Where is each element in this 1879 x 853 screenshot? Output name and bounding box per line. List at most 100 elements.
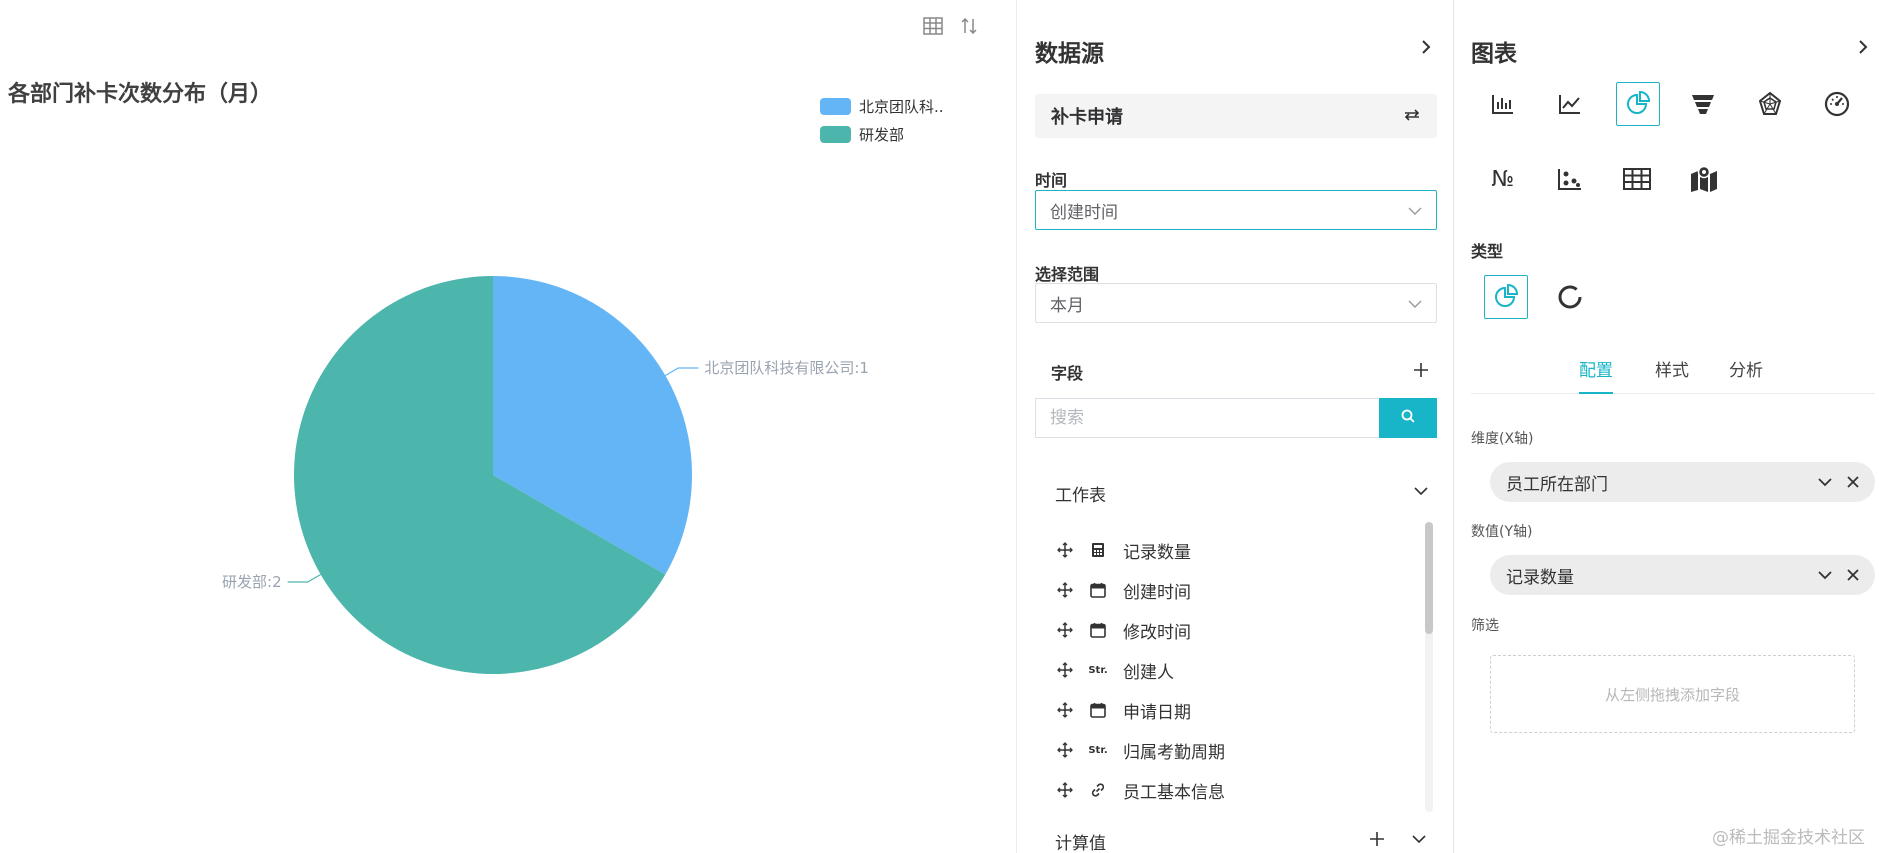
filter-label: 筛选: [1471, 618, 1499, 634]
chart-config-panel: 图表 № 类型 配置 样式 分析 维度(X轴) 员工所在部门 数值(Y轴) 记录…: [1455, 0, 1879, 853]
calendar-icon: [1087, 700, 1109, 720]
field-list-scrollbar[interactable]: [1425, 522, 1433, 812]
field-item[interactable]: 记录数量: [1055, 530, 1415, 570]
dimension-label: 维度(X轴): [1471, 431, 1534, 447]
type-label: 类型: [1471, 242, 1504, 261]
field-name: 创建时间: [1123, 582, 1191, 603]
bar-chart-icon[interactable]: [1481, 82, 1525, 126]
close-icon[interactable]: [1843, 472, 1863, 492]
chevron-right-icon[interactable]: [1852, 36, 1874, 58]
field-name: 申请日期: [1123, 702, 1191, 723]
chevron-right-icon[interactable]: [1415, 36, 1437, 58]
drag-handle-icon[interactable]: [1055, 780, 1075, 800]
filter-placeholder: 从左侧拖拽添加字段: [1604, 685, 1740, 704]
field-name: 归属考勤周期: [1123, 742, 1225, 763]
number-card-icon[interactable]: №: [1481, 157, 1525, 201]
field-item[interactable]: Str. 归属考勤周期: [1055, 730, 1415, 770]
scroll-thumb[interactable]: [1425, 522, 1433, 634]
chevron-down-icon[interactable]: [1409, 829, 1429, 849]
drag-handle-icon[interactable]: [1055, 580, 1075, 600]
close-icon[interactable]: [1843, 565, 1863, 585]
drag-handle-icon[interactable]: [1055, 660, 1075, 680]
chevron-down-icon: [1408, 293, 1422, 313]
filter-drop-zone[interactable]: 从左侧拖拽添加字段: [1490, 655, 1855, 733]
field-item[interactable]: 修改时间: [1055, 610, 1415, 650]
radar-chart-icon[interactable]: [1748, 82, 1792, 126]
calendar-icon: [1087, 580, 1109, 600]
search-icon: [1400, 408, 1416, 428]
measure-value: 记录数量: [1506, 567, 1574, 588]
chevron-down-icon[interactable]: [1815, 565, 1835, 585]
field-name: 记录数量: [1123, 542, 1191, 563]
pie-chart: 北京团队科技有限公司:1 研发部:2: [222, 276, 869, 674]
field-name: 修改时间: [1123, 622, 1191, 643]
datasource-header: 数据源: [1035, 41, 1104, 67]
field-item[interactable]: Str. 创建人: [1055, 650, 1415, 690]
time-select[interactable]: 创建时间: [1035, 190, 1437, 230]
pie-data-label: 北京团队科技有限公司:1: [704, 359, 869, 377]
chevron-down-icon[interactable]: [1411, 481, 1431, 501]
link-icon: [1087, 780, 1109, 800]
field-list: 记录数量创建时间修改时间 Str. 创建人申请日期 Str. 归属考勤周期 员工基本信息: [1055, 530, 1415, 810]
datasource-panel: 数据源 补卡申请 时间 创建时间 选择范围 本月 字段 搜索 工作表 记录数量 …: [1016, 0, 1454, 853]
string-type-icon: Str.: [1088, 744, 1108, 756]
time-label: 时间: [1035, 171, 1068, 190]
gauge-chart-icon[interactable]: [1815, 82, 1859, 126]
field-item[interactable]: 申请日期: [1055, 690, 1415, 730]
range-label: 选择范围: [1035, 265, 1100, 284]
drag-handle-icon[interactable]: [1055, 540, 1075, 560]
datasource-name: 补卡申请: [1051, 107, 1123, 128]
chart-canvas: 各部门补卡次数分布（月） 北京团队科.. 研发部 北京团队科技有限公司:1 研发部…: [0, 0, 1016, 853]
search-input[interactable]: [1035, 398, 1379, 438]
chevron-down-icon: [1408, 200, 1422, 220]
pie-data-label: 研发部:2: [222, 573, 282, 591]
string-type-icon: Str.: [1088, 664, 1108, 676]
chevron-down-icon[interactable]: [1815, 472, 1835, 492]
pill-controls: [1815, 565, 1863, 585]
map-chart-icon[interactable]: [1682, 157, 1726, 201]
funnel-chart-icon[interactable]: [1681, 82, 1725, 126]
drag-handle-icon[interactable]: [1055, 620, 1075, 640]
drag-handle-icon[interactable]: [1055, 740, 1075, 760]
chart-editor: 各部门补卡次数分布（月） 北京团队科.. 研发部 北京团队科技有限公司:1 研发部…: [0, 0, 1879, 853]
add-computed-icon[interactable]: [1367, 829, 1387, 849]
pie-chart-icon[interactable]: [1616, 82, 1660, 126]
range-select-value: 本月: [1050, 295, 1084, 316]
group-computed-label: 计算值: [1055, 834, 1106, 853]
fields-label: 字段: [1051, 364, 1084, 383]
number-glyph: №: [1491, 166, 1515, 192]
field-name: 创建人: [1123, 662, 1174, 683]
chart-panel-header: 图表: [1471, 41, 1517, 67]
pill-controls: [1815, 472, 1863, 492]
measure-label: 数值(Y轴): [1471, 524, 1533, 540]
label-leader-line: [287, 573, 321, 583]
group-worksheet-label: 工作表: [1055, 486, 1106, 506]
field-item[interactable]: 员工基本信息: [1055, 770, 1415, 810]
table-chart-icon[interactable]: [1615, 157, 1659, 201]
pie-icon[interactable]: [1484, 275, 1528, 319]
measure-field[interactable]: 记录数量: [1490, 555, 1875, 595]
field-name: 员工基本信息: [1123, 782, 1225, 803]
label-leader-line: [665, 367, 699, 377]
add-field-icon[interactable]: [1411, 360, 1431, 380]
watermark: @稀土掘金技术社区: [1712, 828, 1865, 848]
dimension-field[interactable]: 员工所在部门: [1490, 462, 1875, 502]
donut-icon[interactable]: [1548, 275, 1592, 319]
switch-icon[interactable]: [1403, 107, 1421, 126]
calculator-icon: [1087, 540, 1109, 560]
tab-config[interactable]: 配置: [1579, 356, 1613, 394]
datasource-selector[interactable]: 补卡申请: [1035, 94, 1437, 138]
calendar-icon: [1087, 620, 1109, 640]
config-tabs: 配置 样式 分析: [1471, 348, 1875, 394]
scatter-chart-icon[interactable]: [1548, 157, 1592, 201]
field-item[interactable]: 创建时间: [1055, 570, 1415, 610]
tab-analysis[interactable]: 分析: [1729, 356, 1763, 394]
field-search: [1035, 398, 1437, 438]
range-select[interactable]: 本月: [1035, 283, 1437, 323]
search-button[interactable]: [1379, 398, 1437, 438]
time-select-value: 创建时间: [1050, 202, 1118, 223]
dimension-value: 员工所在部门: [1506, 474, 1608, 495]
drag-handle-icon[interactable]: [1055, 700, 1075, 720]
line-chart-icon[interactable]: [1548, 82, 1592, 126]
tab-style[interactable]: 样式: [1655, 356, 1689, 394]
